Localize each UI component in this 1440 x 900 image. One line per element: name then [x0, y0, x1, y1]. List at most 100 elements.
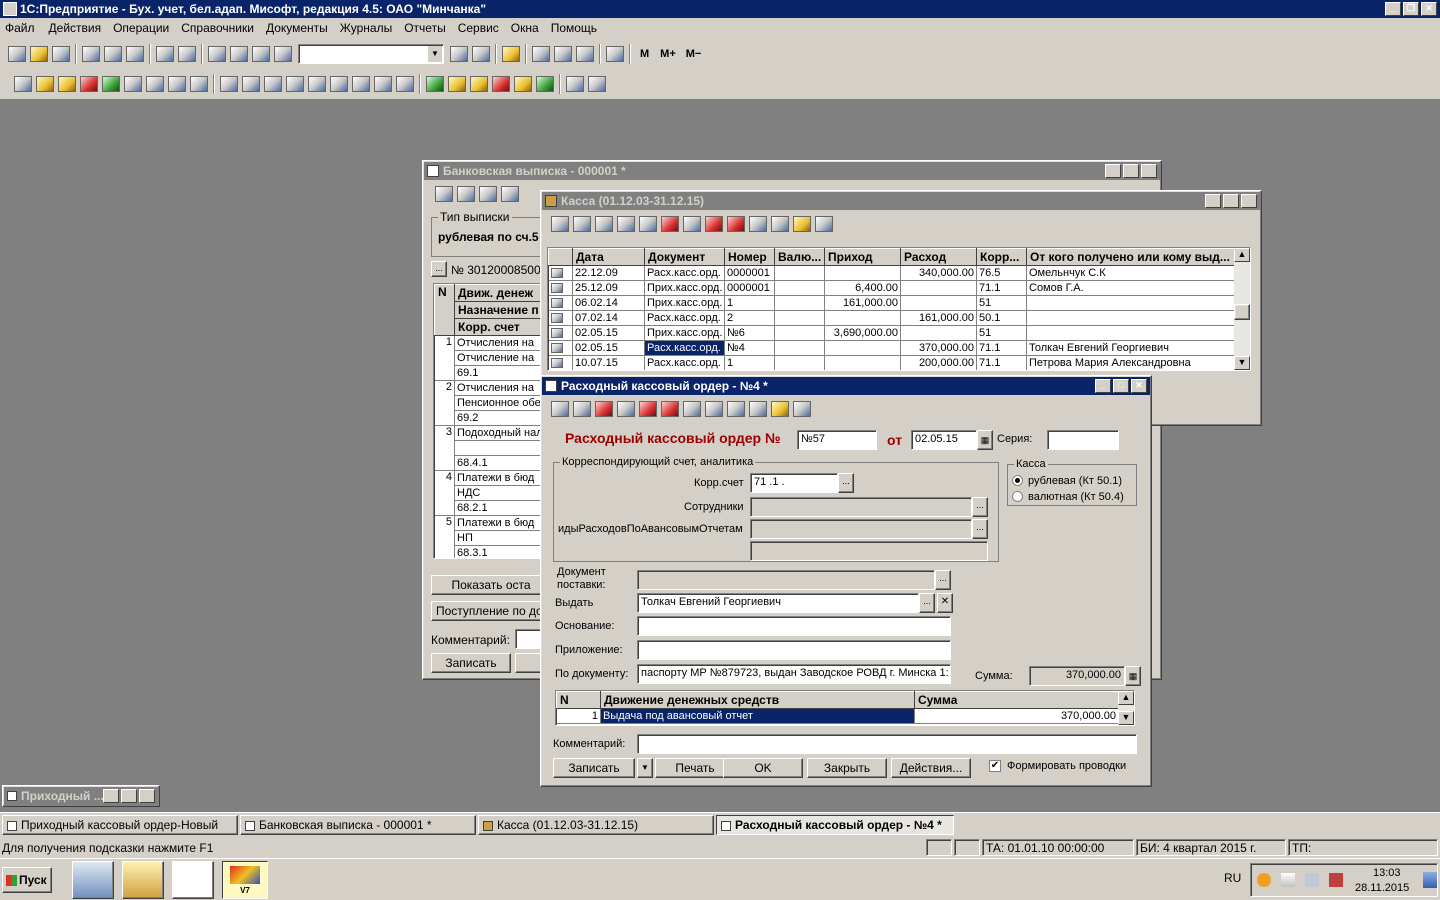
- redo-icon[interactable]: [252, 46, 270, 62]
- scroll-up-icon[interactable]: ▲: [1234, 248, 1250, 262]
- kassa-col-doc[interactable]: Документ: [644, 248, 725, 266]
- bank-minimize-button[interactable]: _: [1105, 164, 1121, 178]
- one-c-icon[interactable]: [470, 76, 488, 92]
- order-tool-5-icon[interactable]: [639, 401, 657, 417]
- find-next-icon[interactable]: [450, 46, 468, 62]
- kassa-clear-icon[interactable]: [727, 216, 745, 232]
- language-indicator[interactable]: RU: [1224, 871, 1241, 885]
- invoice-icon[interactable]: [190, 76, 208, 92]
- grid-col-n[interactable]: N: [556, 691, 601, 709]
- table-row[interactable]: 25.12.09 Прих.касс.орд. 0000001 6,400.00 71.…: [548, 280, 1237, 296]
- grid-col-move[interactable]: Движение денежных средств: [600, 691, 915, 709]
- delivery-doc-select-button[interactable]: ...: [935, 570, 951, 590]
- table-row[interactable]: 5 Платежи в бюд: [434, 515, 542, 558]
- order-ok-button[interactable]: OK: [723, 758, 803, 778]
- restore-button[interactable]: ❐: [1403, 2, 1419, 16]
- order-tool-3-icon[interactable]: [595, 401, 613, 417]
- kassa-col-expense[interactable]: Расход: [900, 248, 977, 266]
- report-8-icon[interactable]: [374, 76, 392, 92]
- m-minus-button[interactable]: M−: [686, 48, 702, 60]
- delete-marked-icon[interactable]: [80, 76, 98, 92]
- kassa-unpost-icon[interactable]: [705, 216, 723, 232]
- kassa-context-help-icon[interactable]: [815, 216, 833, 232]
- save-icon[interactable]: [52, 46, 70, 62]
- menu-actions[interactable]: Действия: [49, 21, 102, 35]
- report-6-icon[interactable]: [330, 76, 348, 92]
- employees-input[interactable]: [750, 497, 972, 517]
- menu-operations[interactable]: Операции: [113, 21, 169, 35]
- close-button[interactable]: ✕: [1421, 2, 1437, 16]
- kassa-col-date[interactable]: Дата: [572, 248, 645, 266]
- delivery-doc-input[interactable]: [637, 570, 935, 590]
- menu-references[interactable]: Справочники: [181, 21, 254, 35]
- table-row[interactable]: 02.05.15 Прих.касс.орд. №6 3,690,000.00 51: [548, 325, 1237, 341]
- person-icon[interactable]: [102, 76, 120, 92]
- kassa-entries-icon[interactable]: [771, 216, 789, 232]
- order-tool-6-icon[interactable]: [661, 401, 679, 417]
- globe-icon[interactable]: [566, 76, 584, 92]
- order-save-button[interactable]: Записать: [553, 758, 635, 778]
- order-help-icon[interactable]: [771, 401, 789, 417]
- quicklaunch-computer-icon[interactable]: [72, 861, 114, 899]
- order-maximize-button[interactable]: □: [1113, 379, 1129, 393]
- report-9-icon[interactable]: [396, 76, 414, 92]
- quicklaunch-folder-icon[interactable]: [122, 861, 164, 899]
- series-input[interactable]: [1047, 430, 1119, 450]
- new-doc-icon[interactable]: [8, 46, 26, 62]
- post-entries-checkbox[interactable]: ✔: [989, 760, 1001, 772]
- kassa-maximize-button[interactable]: □: [1223, 194, 1239, 208]
- cash-receipt-icon[interactable]: [146, 76, 164, 92]
- table-row-selected[interactable]: 02.05.15 Расх.касс.орд. №4 370,000.00 71.1 То…: [548, 340, 1237, 356]
- kassa-col-person[interactable]: От кого получено или кому выд...: [1026, 248, 1237, 266]
- kassa-edit-icon[interactable]: [617, 216, 635, 232]
- advance-expenses-select-button[interactable]: ...: [972, 519, 988, 539]
- cut-icon[interactable]: [82, 46, 100, 62]
- chart-of-accounts-icon[interactable]: [14, 76, 32, 92]
- issue-to-clear-icon[interactable]: ✕: [937, 593, 953, 613]
- table-row[interactable]: 2 Отчисления на: [434, 380, 542, 426]
- order-actions-button[interactable]: Действия...: [891, 758, 971, 778]
- print-preview-icon[interactable]: [178, 46, 196, 62]
- order-sort-desc-icon[interactable]: [749, 401, 767, 417]
- sum-calculator-icon[interactable]: ▦: [1125, 666, 1141, 686]
- analytics-extra-input[interactable]: [750, 541, 988, 561]
- grid-scrollbar[interactable]: ▲ ▼: [1118, 691, 1134, 725]
- minimize-button[interactable]: _: [1385, 2, 1401, 16]
- m-plus-button[interactable]: M+: [660, 48, 676, 60]
- window-tab-expense-order[interactable]: Расходный кассовый ордер - №4 *: [716, 815, 954, 835]
- calculator-icon[interactable]: [532, 46, 550, 62]
- kassa-help-icon[interactable]: [793, 216, 811, 232]
- bank-tool-4-icon[interactable]: [501, 186, 519, 202]
- window-tab-kassa[interactable]: Касса (01.12.03-31.12.15): [478, 815, 714, 835]
- alert-icon[interactable]: [492, 76, 510, 92]
- report-1-icon[interactable]: [220, 76, 238, 92]
- open-folder-icon[interactable]: [30, 46, 48, 62]
- scroll-thumb[interactable]: [1234, 304, 1250, 320]
- kassa-view-icon[interactable]: [639, 216, 657, 232]
- menu-documents[interactable]: Документы: [266, 21, 328, 35]
- kassa-scrollbar[interactable]: ▲ ▼: [1234, 248, 1250, 370]
- show-desktop-icon[interactable]: [1423, 872, 1437, 888]
- search-combo[interactable]: ▼: [298, 44, 444, 64]
- basis-input[interactable]: [637, 616, 951, 636]
- kassa-new-icon[interactable]: [551, 216, 569, 232]
- order-date-input[interactable]: 02.05.15: [911, 430, 977, 450]
- minimized-window[interactable]: Приходный ... ❐ □ ✕: [2, 785, 160, 807]
- help-icon[interactable]: [502, 46, 520, 62]
- kassa-delete-icon[interactable]: [661, 216, 679, 232]
- quicklaunch-document-icon[interactable]: [172, 861, 214, 899]
- grid-scroll-up-icon[interactable]: ▲: [1118, 691, 1134, 705]
- window-tab-receipt-order[interactable]: Приходный кассовый ордер-Новый: [2, 815, 238, 835]
- table-row[interactable]: 22.12.09 Расх.касс.орд. 0000001 340,000.00 7…: [548, 265, 1237, 281]
- order-tool-1-icon[interactable]: [551, 401, 569, 417]
- kassa-col-number[interactable]: Номер: [724, 248, 775, 266]
- bank-tool-1-icon[interactable]: [435, 186, 453, 202]
- bank-save-button[interactable]: Записать: [431, 653, 511, 673]
- order-minimize-button[interactable]: _: [1095, 379, 1111, 393]
- advance-expenses-input[interactable]: [750, 519, 972, 539]
- menu-help[interactable]: Помощь: [551, 21, 597, 35]
- m-button[interactable]: M: [640, 48, 649, 60]
- min-restore-button[interactable]: ❐: [103, 789, 119, 803]
- order-context-help-icon[interactable]: [793, 401, 811, 417]
- properties-icon[interactable]: [208, 46, 226, 62]
